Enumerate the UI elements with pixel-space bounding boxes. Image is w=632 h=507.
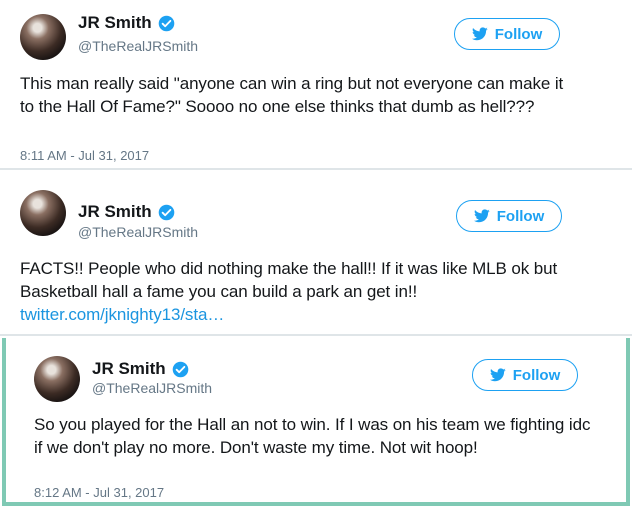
avatar[interactable]: [20, 190, 66, 236]
display-name[interactable]: JR Smith: [78, 202, 175, 222]
twitter-bird-icon: [471, 27, 488, 41]
twitter-bird-icon: [489, 368, 506, 382]
display-name[interactable]: JR Smith: [92, 359, 189, 379]
verified-badge-icon: [158, 204, 174, 220]
tweet-link[interactable]: twitter.com/jknighty13/sta…: [20, 305, 224, 324]
verified-badge-icon: [158, 15, 174, 31]
follow-button[interactable]: Follow: [456, 200, 562, 232]
display-name-text[interactable]: JR Smith: [78, 13, 152, 33]
verified-badge-icon: [172, 361, 188, 377]
display-name-text[interactable]: JR Smith: [92, 359, 166, 379]
tweet-text: FACTS!! People who did nothing make the …: [20, 257, 605, 326]
follow-label: Follow: [494, 25, 543, 43]
handle[interactable]: @TheRealJRSmith: [78, 38, 198, 54]
tweet-timestamp[interactable]: 8:11 AM - Jul 31, 2017: [20, 148, 149, 163]
avatar[interactable]: [20, 14, 66, 60]
tweet-card-2: JR Smith @TheRealJRSmith Follow FACTS!! …: [0, 174, 632, 334]
tweet-timestamp[interactable]: 8:12 AM - Jul 31, 2017: [34, 485, 164, 500]
tweet-card-3: JR Smith @TheRealJRSmith Follow So you p…: [2, 338, 630, 502]
avatar[interactable]: [34, 356, 80, 402]
tweet-text-body: FACTS!! People who did nothing make the …: [20, 259, 558, 301]
divider: [0, 334, 632, 336]
divider: [0, 168, 632, 170]
follow-label: Follow: [512, 366, 561, 384]
tweet-text: So you played for the Hall an not to win…: [34, 415, 591, 457]
handle[interactable]: @TheRealJRSmith: [78, 224, 198, 240]
follow-button[interactable]: Follow: [472, 359, 578, 391]
tweet-card-1: JR Smith @TheRealJRSmith Follow This man…: [0, 0, 632, 168]
twitter-bird-icon: [473, 209, 490, 223]
display-name[interactable]: JR Smith: [78, 13, 175, 33]
tweet-text: This man really said "anyone can win a r…: [20, 74, 564, 116]
handle[interactable]: @TheRealJRSmith: [92, 380, 212, 396]
follow-label: Follow: [496, 207, 545, 225]
follow-button[interactable]: Follow: [454, 18, 560, 50]
display-name-text[interactable]: JR Smith: [78, 202, 152, 222]
teal-bottom-border: [2, 502, 630, 506]
